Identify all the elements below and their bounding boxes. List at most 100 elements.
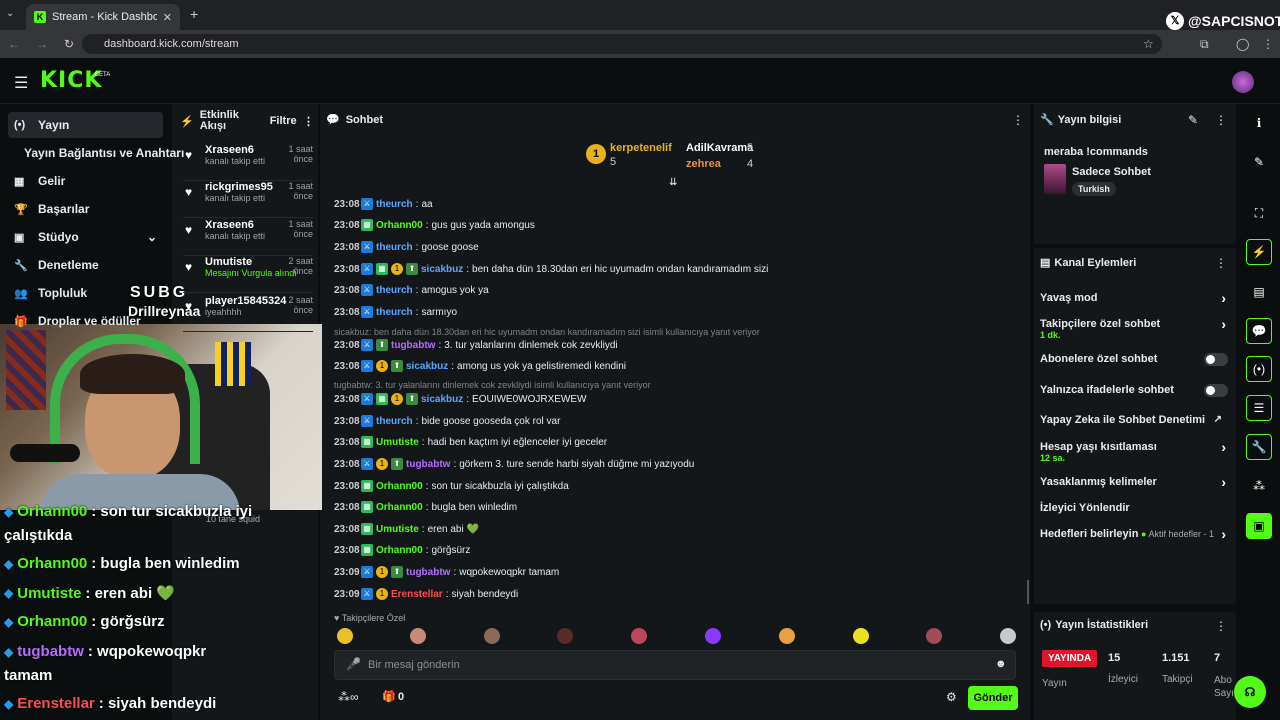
list-icon[interactable]: ☰: [1246, 395, 1272, 421]
channel-action-item[interactable]: İzleyici Yönlendir: [1040, 502, 1228, 516]
channel-actions-menu-icon[interactable]: ⋮: [1215, 256, 1227, 270]
chat-message[interactable]: 23:08 ⚔ ⬆ tugbabtw:3. tur yalanlarını dinle…: [334, 336, 618, 354]
chat-bubble-icon[interactable]: 💬: [1246, 318, 1272, 344]
activity-filter-button[interactable]: Filtre: [270, 115, 297, 127]
close-tab-icon[interactable]: ✕: [163, 11, 172, 24]
chat-menu-icon[interactable]: ⋮: [1012, 113, 1024, 127]
emoji-icon[interactable]: ☻: [995, 658, 1007, 670]
sidebar-item-0[interactable]: (•) Yayın: [8, 112, 163, 138]
message-username[interactable]: tugbabtw: [406, 567, 450, 578]
channel-action-item[interactable]: Hesap yaşı kısıtlaması 12 sa. ›: [1040, 439, 1228, 469]
channel-action-item[interactable]: Yalnızca ifadelerle sohbet: [1040, 384, 1228, 398]
channel-action-item[interactable]: Yavaş mod ›: [1040, 290, 1228, 306]
chat-message[interactable]: 23:09 ⚔ 1 ⬆ tugbabtw: wqpokewoqpkr tamam: [334, 563, 559, 581]
url-field[interactable]: dashboard.kick.com/stream: [82, 34, 1162, 54]
chat-scrollbar[interactable]: [1027, 580, 1029, 604]
chat-message[interactable]: 23:08 ▦ Umutiste: hadi ben kaçtım iyi eğlen…: [334, 433, 607, 451]
message-username[interactable]: Orhann00: [376, 481, 423, 492]
extensions-icon[interactable]: ⧉: [1200, 37, 1209, 52]
sidebar-item-2[interactable]: ▦ Gelir: [8, 168, 163, 194]
document-icon[interactable]: ▤: [1246, 279, 1272, 305]
chat-message[interactable]: 23:08 ⚔ 1 ⬆ tugbabtw: görkem 3. ture sende ha…: [334, 455, 694, 473]
expand-leaderboard-icon[interactable]: ⇊: [669, 177, 677, 188]
chat-settings-icon[interactable]: ⚙: [946, 690, 957, 704]
emote-icon[interactable]: [410, 628, 426, 644]
chat-message[interactable]: 23:08 ▦ Orhann00: görğsürz: [334, 541, 470, 559]
message-username[interactable]: Umutiste: [376, 524, 419, 535]
chat-message[interactable]: 23:08 ⚔ ▦ 1 ⬆ sicakbuz: ben daha dün 18.30dan …: [334, 260, 768, 278]
stats-menu-icon[interactable]: ⋮: [1215, 619, 1227, 633]
activity-item[interactable]: ♥ Xraseen6 kanalı takip etti 1 saat önce: [183, 144, 313, 181]
points-icon[interactable]: ⁂: [1246, 473, 1272, 499]
message-username[interactable]: sicakbuz: [421, 394, 463, 405]
points-icon[interactable]: ⁂∞: [338, 690, 359, 704]
activity-menu-icon[interactable]: ⋮: [303, 115, 314, 128]
sidebar-item-3[interactable]: 🏆 Başarılar: [8, 196, 163, 222]
message-username[interactable]: tugbabtw: [406, 459, 450, 470]
chat-message[interactable]: 23:08 ⚔ 1 ⬆ sicakbuz: among us yok ya gelisti…: [334, 357, 626, 375]
message-username[interactable]: theurch: [376, 307, 413, 318]
bookmark-star-icon[interactable]: ☆: [1143, 37, 1154, 51]
forward-icon[interactable]: →: [36, 37, 48, 51]
kick-logo[interactable]: KICK: [40, 68, 102, 93]
emote-icon[interactable]: [1000, 628, 1016, 644]
emote-icon[interactable]: [557, 628, 573, 644]
lightning-icon[interactable]: ⚡: [1246, 239, 1272, 265]
sidebar-item-7[interactable]: 🎁 Droplar ve ödüller: [8, 308, 163, 334]
sidebar-item-1[interactable]: Yayın Bağlantısı ve Anahtarı: [8, 140, 184, 166]
message-username[interactable]: theurch: [376, 285, 413, 296]
wrench-icon[interactable]: 🔧: [1246, 434, 1272, 460]
chat-message[interactable]: 23:08 ⚔ theurch: sarmıyo: [334, 303, 457, 321]
broadcast-icon[interactable]: (•): [1246, 356, 1272, 382]
emote-icon[interactable]: [853, 628, 869, 644]
user-avatar[interactable]: [1232, 71, 1254, 93]
message-username[interactable]: Orhann00: [376, 220, 423, 231]
send-button[interactable]: Gönder: [968, 686, 1018, 710]
channel-action-item[interactable]: Yasaklanmış kelimeler ›: [1040, 474, 1228, 490]
back-icon[interactable]: ←: [8, 37, 20, 51]
message-username[interactable]: tugbabtw: [391, 340, 435, 351]
chat-message[interactable]: 23:08 ▦ Orhann00: bugla ben winledim: [334, 498, 517, 516]
sidebar-item-4[interactable]: ▣ Stüdyo ⌄: [8, 224, 163, 250]
emote-icon[interactable]: [705, 628, 721, 644]
chat-message[interactable]: 23:08 ▦ Orhann00: son tur sicakbuzla iyi ça…: [334, 477, 569, 495]
activity-item[interactable]: ♥ Xraseen6 kanalı takip etti 1 saat önce: [183, 219, 313, 256]
browser-menu-icon[interactable]: ⋮: [1262, 37, 1274, 51]
save-icon[interactable]: ▣: [1246, 513, 1272, 539]
tab-list-button[interactable]: ⌄: [6, 8, 20, 22]
chat-message[interactable]: 23:08 ⚔ ▦ 1 ⬆ sicakbuz: EOUIWE0WOJRXEWEW: [334, 390, 586, 408]
profile-icon[interactable]: ◯: [1236, 37, 1249, 51]
gift-icon[interactable]: 🎁: [382, 690, 396, 703]
emote-icon[interactable]: [631, 628, 647, 644]
crop-icon[interactable]: ⛶: [1246, 200, 1272, 226]
emote-icon[interactable]: [926, 628, 942, 644]
message-username[interactable]: sicakbuz: [406, 361, 448, 372]
new-tab-button[interactable]: +: [190, 6, 198, 22]
toggle-switch[interactable]: [1204, 384, 1228, 397]
chat-message[interactable]: 23:09 ⚔ 1 Erenstellar: siyah bendeydi: [334, 585, 518, 603]
stream-info-menu-icon[interactable]: ⋮: [1215, 113, 1227, 127]
info-icon[interactable]: ℹ: [1246, 110, 1272, 136]
emote-icon[interactable]: [779, 628, 795, 644]
chat-message[interactable]: 23:08 ⚔ theurch: bide goose gooseda çok rol…: [334, 412, 560, 430]
chat-message[interactable]: 23:08 ▦ Orhann00: gus gus yada amongus: [334, 216, 535, 234]
channel-action-item[interactable]: Abonelere özel sohbet: [1040, 353, 1228, 367]
message-username[interactable]: Erenstellar: [391, 589, 443, 600]
message-username[interactable]: Umutiste: [376, 437, 419, 448]
reload-icon[interactable]: ↻: [64, 37, 74, 51]
emote-icon[interactable]: [484, 628, 500, 644]
channel-action-item[interactable]: Yapay Zeka ile Sohbet Denetimi ↗: [1040, 414, 1228, 428]
edit-stream-info-icon[interactable]: ✎: [1188, 113, 1198, 127]
mic-icon[interactable]: 🎤: [346, 657, 361, 671]
emote-icon[interactable]: [337, 628, 353, 644]
message-username[interactable]: theurch: [376, 416, 413, 427]
chat-message[interactable]: 23:08 ⚔ theurch: amogus yok ya: [334, 281, 489, 299]
support-button[interactable]: ☊: [1234, 676, 1266, 708]
message-username[interactable]: theurch: [376, 242, 413, 253]
chat-message[interactable]: 23:08 ▦ Umutiste: eren abi 💚: [334, 520, 479, 538]
browser-tab[interactable]: K Stream - Kick Dashboard ✕: [26, 4, 180, 30]
activity-item[interactable]: ♥ rickgrimes95 kanalı takip etti 1 saat önc…: [183, 181, 313, 218]
message-username[interactable]: Orhann00: [376, 502, 423, 513]
chevron-down-icon[interactable]: ⌄: [147, 230, 157, 244]
hamburger-menu-icon[interactable]: ☰: [14, 73, 28, 93]
